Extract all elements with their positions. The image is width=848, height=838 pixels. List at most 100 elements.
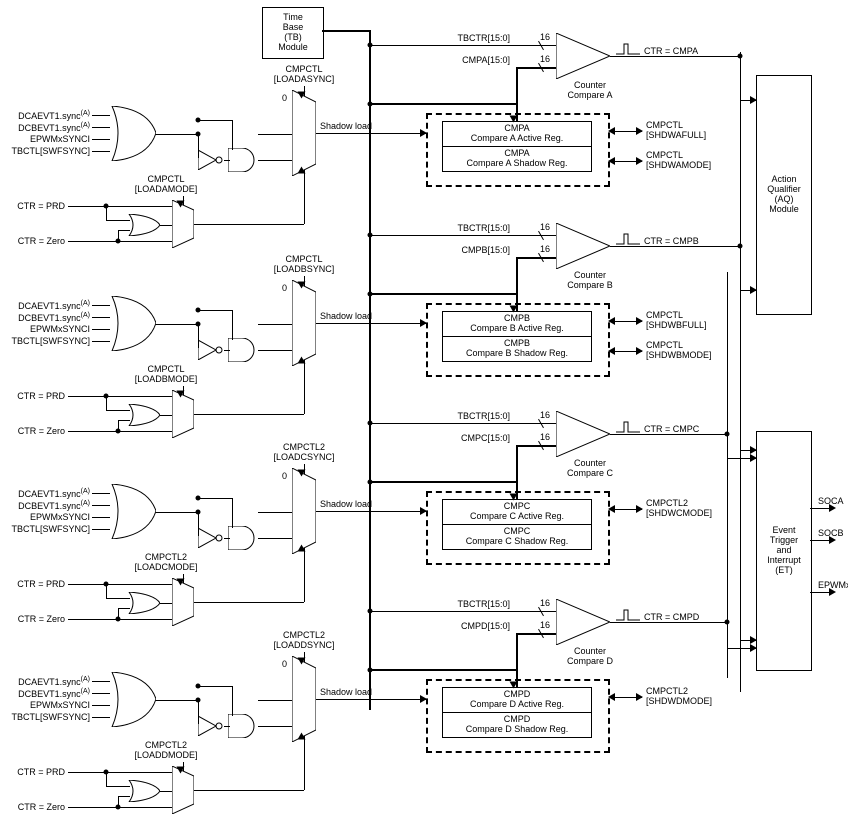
cmp-bus-arrow-down-A: [510, 116, 518, 123]
cmp-bus-v-A: [516, 67, 518, 121]
cmp-bus-h-A: [370, 103, 516, 105]
not-to-and: [224, 538, 230, 539]
reg-active-D: CMPDCompare D Active Reg.: [443, 688, 591, 713]
tbctr-width-A: 16: [540, 32, 550, 42]
tbctr-line-D: [370, 611, 556, 612]
sync-src-label: TBCTL[SWFSYNC]: [10, 336, 90, 346]
mux-zero-label: 0: [282, 93, 287, 103]
and-top-dot: [196, 684, 201, 689]
comparator-B: [556, 223, 610, 269]
side-ctl-arrow-l-C-0: [608, 505, 615, 513]
mux-zero-label: 0: [282, 659, 287, 669]
sync-src-line: [92, 115, 110, 116]
sync-src-label: DCBEVT1.sync(A): [10, 122, 90, 133]
cmp-bus-arrow-down-B: [510, 306, 518, 313]
side-ctl-arrow-r-A-0: [636, 127, 643, 135]
sync-src-label: EPWMxSYNCI: [10, 700, 90, 710]
sync-src-line: [92, 681, 110, 682]
and-top-dot: [196, 308, 201, 313]
cmp-bus-dot-C: [368, 480, 373, 485]
ctr-prd-drop: [106, 772, 107, 786]
or-out-line: [156, 324, 198, 325]
ctr-prd-label: CTR = PRD: [5, 391, 65, 401]
ctr-prd-label: CTR = PRD: [5, 201, 65, 211]
reg-block-D: CMPDCompare D Active Reg. CMPDCompare D …: [442, 687, 592, 738]
cmp-bus-v-B: [516, 257, 518, 311]
side-ctl-arrow-r-C-0: [636, 505, 643, 513]
sync-src-line: [92, 139, 110, 140]
cmp-bus-arrow-down-C: [510, 494, 518, 501]
cmp-out-line-B: [610, 246, 740, 247]
cmp-bus-width2-D: 16: [540, 620, 550, 630]
tbctr-label-A: TBCTR[15:0]: [440, 33, 510, 43]
lowermux-select-arrow: [298, 545, 306, 552]
sync-src-label: DCBEVT1.sync(A): [10, 688, 90, 699]
or-out-line: [156, 512, 198, 513]
mux-in-1v: [258, 134, 259, 135]
and-top-in: [232, 498, 233, 528]
cmp-bus-label-B: CMPB[15:0]: [440, 245, 510, 255]
side-ctl-arrow-r-B-0: [636, 317, 643, 325]
mux-in-1v: [258, 700, 259, 701]
loadmode-label: CMPCTL[LOADAMODE]: [122, 175, 210, 195]
ctr-zero-rise: [118, 796, 119, 808]
lowermux-select-arrow: [298, 357, 306, 364]
cmp-bus-to-cmp-A: [516, 67, 556, 69]
sync-src-label: DCAEVT1.sync(A): [10, 110, 90, 121]
cmp-out-line-D: [610, 622, 727, 623]
cmp-bus-width2-A: 16: [540, 54, 550, 64]
loadmode-arrow: [177, 201, 185, 208]
reg-shadow-C: CMPCCompare C Shadow Reg.: [443, 525, 591, 549]
ctr-prd-line: [68, 772, 172, 773]
shadow-load-label: Shadow load: [320, 687, 372, 697]
ctr-prd-to-or: [106, 786, 130, 787]
loadmode-label: CMPCTL[LOADBMODE]: [122, 365, 210, 385]
lowermux-or-out: [160, 791, 172, 792]
loadsync-arrow: [298, 282, 306, 289]
mux-in-and: [258, 160, 292, 161]
cmp-out-label-C: CTR = CMPC: [644, 424, 699, 434]
and-gate: [228, 714, 258, 738]
ctr-prd-line: [68, 584, 172, 585]
loadmode-label: CMPCTL2[LOADDMODE]: [122, 741, 210, 761]
cmp-bus-dot-A: [368, 102, 373, 107]
or-gate: [110, 672, 156, 727]
not-gate: [198, 716, 224, 736]
mux-in-1v: [258, 512, 259, 513]
comparator-name-A: CounterCompare A: [558, 81, 622, 101]
cmp-out-pulse-B: [616, 233, 640, 245]
side-ctl-C-0: CMPCTL2[SHDWCMODE]: [646, 499, 712, 519]
tbctr-width-B: 16: [540, 222, 550, 232]
sync-src-label: EPWMxSYNCI: [10, 324, 90, 334]
sync-src-line: [92, 151, 110, 152]
mux-in-and: [258, 538, 292, 539]
cmp-out-label-D: CTR = CMPD: [644, 612, 699, 622]
cmp-bus-v-C: [516, 445, 518, 499]
cmp-bus-arrow-down-D: [510, 682, 518, 689]
lowermux-select-arrow: [298, 167, 306, 174]
reg-active-A: CMPACompare A Active Reg.: [443, 122, 591, 147]
and-top-h: [198, 498, 232, 499]
tbctr-label-D: TBCTR[15:0]: [440, 599, 510, 609]
tbctr-dot-C: [368, 421, 373, 426]
cmp-bus-dot-B: [368, 292, 373, 297]
mux-in-1: [258, 700, 292, 701]
not-gate: [198, 340, 224, 360]
cmp-out-line-A: [610, 56, 740, 57]
comparator-A: [556, 33, 610, 79]
shadow-load-label: Shadow load: [320, 121, 372, 131]
and-top-dot: [196, 118, 201, 123]
not-to-and: [224, 726, 230, 727]
side-ctl-A-0: CMPCTL[SHDWAFULL]: [646, 121, 706, 141]
lowermux-to-select: [304, 170, 305, 224]
loadmode-label: CMPCTL2[LOADCMODE]: [122, 553, 210, 573]
ctr-zero-label: CTR = Zero: [5, 802, 65, 812]
tbctr-dot-A: [368, 43, 373, 48]
side-ctl-arrow-r-D-0: [636, 693, 643, 701]
cmp-out-label-B: CTR = CMPB: [644, 236, 699, 246]
sync-src-label: DCBEVT1.sync(A): [10, 312, 90, 323]
cmp-bus-label-C: CMPC[15:0]: [440, 433, 510, 443]
side-ctl-D-0: CMPCTL2[SHDWDMODE]: [646, 687, 712, 707]
sync-src-line: [92, 705, 110, 706]
mux-in-1: [258, 512, 292, 513]
